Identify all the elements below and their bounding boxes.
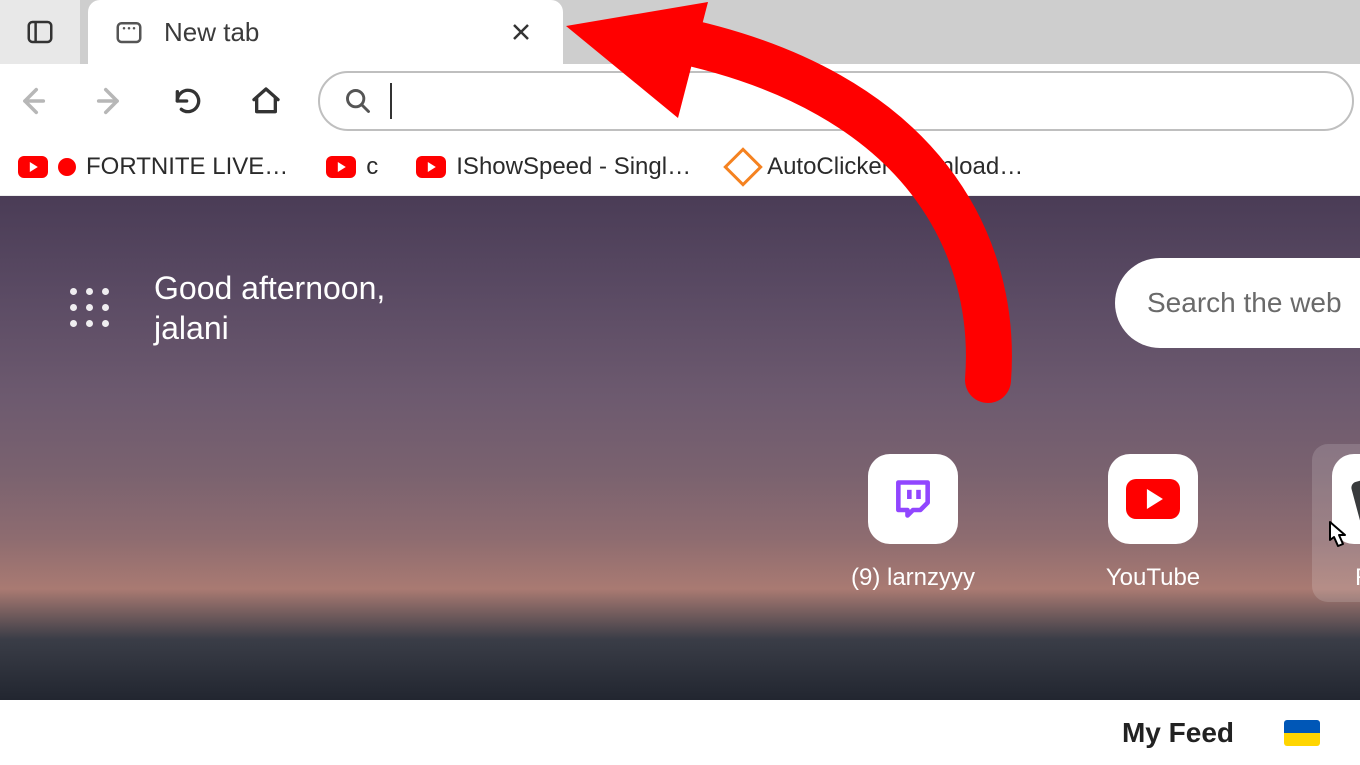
search-placeholder: Search the web: [1147, 287, 1342, 319]
youtube-favicon-icon: [326, 156, 356, 178]
navigation-toolbar: [0, 64, 1360, 138]
autoclicker-favicon-icon: [723, 147, 763, 187]
forward-button[interactable]: [84, 75, 136, 127]
tile-icon: [868, 454, 958, 544]
bookmark-label: FORTNITE LIVE…: [86, 153, 288, 181]
youtube-favicon-icon: [416, 156, 446, 178]
greeting-row: Good afternoon, jalani: [70, 268, 385, 348]
tab-actions-icon: [25, 17, 55, 47]
tile-icon: [1108, 454, 1198, 544]
roblox-icon: [1350, 472, 1360, 526]
home-icon: [250, 85, 282, 117]
close-icon: [511, 22, 531, 42]
tile-label: (9) larnzyyy: [851, 564, 975, 592]
bookmark-item[interactable]: FORTNITE LIVE…: [4, 147, 302, 187]
home-button[interactable]: [240, 75, 292, 127]
twitch-icon: [891, 477, 935, 521]
address-bar[interactable]: [318, 71, 1354, 131]
greeting-line2: jalani: [154, 308, 385, 348]
new-tab-page-icon: [114, 17, 144, 47]
youtube-favicon-icon: [18, 156, 48, 178]
tile-label: YouTube: [1106, 564, 1200, 592]
arrow-left-icon: [15, 84, 49, 118]
ukraine-flag-icon[interactable]: [1284, 720, 1320, 746]
page-settings-button[interactable]: [70, 288, 110, 328]
new-tab-page: Good afternoon, jalani Search the web (9…: [0, 196, 1360, 700]
bookmark-label: IShowSpeed - Singl…: [456, 153, 691, 181]
refresh-icon: [172, 85, 204, 117]
bookmark-item[interactable]: AutoClicker download…: [715, 147, 1037, 187]
tab-actions-button[interactable]: [0, 0, 80, 64]
bookmark-item[interactable]: c: [312, 147, 392, 187]
bookmark-label: c: [366, 153, 378, 181]
quick-link-youtube[interactable]: YouTube: [1088, 454, 1218, 592]
bookmark-item[interactable]: IShowSpeed - Singl…: [402, 147, 705, 187]
live-dot-icon: [58, 158, 76, 176]
tab-strip: New tab: [0, 0, 1360, 64]
feed-bar: My Feed: [0, 700, 1360, 765]
arrow-right-icon: [93, 84, 127, 118]
ntp-search-input[interactable]: Search the web: [1115, 258, 1360, 348]
bookmark-label: AutoClicker download…: [767, 153, 1023, 181]
search-icon: [344, 87, 372, 115]
refresh-button[interactable]: [162, 75, 214, 127]
quick-links: (9) larnzyyy YouTube Rob: [848, 454, 1360, 592]
tab-close-button[interactable]: [505, 16, 537, 48]
greeting-line1: Good afternoon,: [154, 268, 385, 308]
my-feed-tab[interactable]: My Feed: [1122, 717, 1234, 749]
browser-tab[interactable]: New tab: [88, 0, 563, 64]
tile-icon: [1332, 454, 1360, 544]
text-caret: [390, 83, 392, 119]
tile-label: Rob: [1355, 564, 1360, 592]
tab-title: New tab: [164, 17, 485, 48]
greeting-text: Good afternoon, jalani: [154, 268, 385, 348]
bookmarks-bar: FORTNITE LIVE… c IShowSpeed - Singl… Aut…: [0, 138, 1360, 196]
youtube-icon: [1126, 479, 1180, 519]
quick-link-roblox[interactable]: Rob: [1312, 444, 1360, 602]
back-button[interactable]: [6, 75, 58, 127]
quick-link-twitch[interactable]: (9) larnzyyy: [848, 454, 978, 592]
